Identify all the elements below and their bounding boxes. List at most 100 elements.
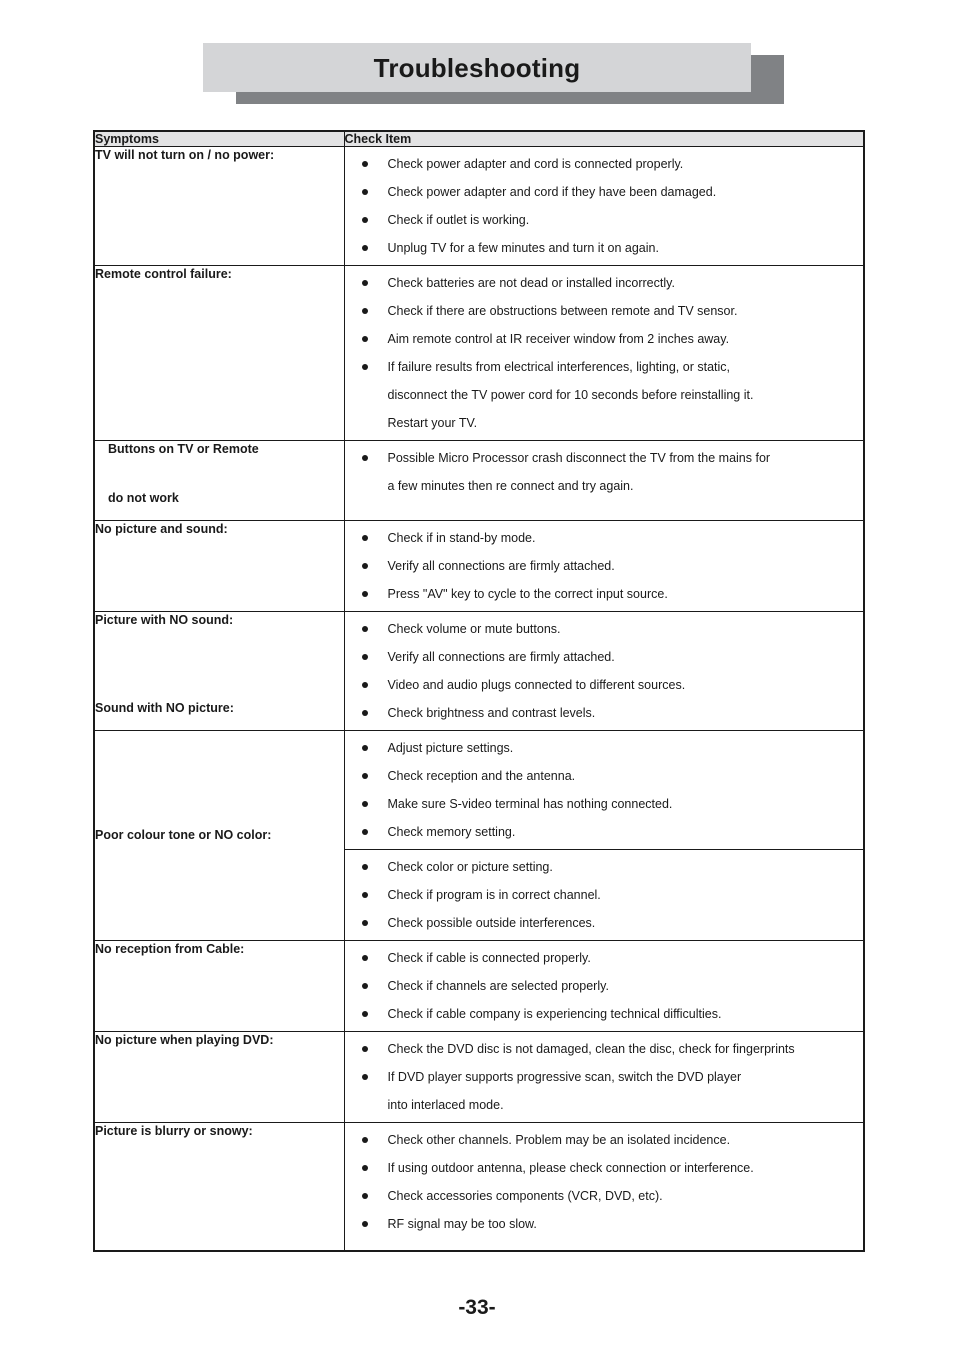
check-item-continuation: a few minutes then re connect and try ag… — [387, 479, 634, 493]
check-item: Check brightness and contrast levels. — [345, 705, 854, 721]
check-item-cell: Check volume or mute buttons. Verify all … — [343, 611, 865, 731]
check-item-text: Video and audio plugs connected to diffe… — [387, 678, 686, 692]
check-item: Check if there are obstructions between … — [345, 303, 854, 319]
table-row: No reception from Cable: Check if cable i… — [93, 940, 865, 1032]
bullet-icon — [361, 773, 368, 779]
check-item: Aim remote control at IR receiver window… — [345, 331, 854, 347]
bullet-icon — [361, 189, 368, 195]
check-item: Video and audio plugs connected to diffe… — [345, 677, 854, 693]
page-number: -33- — [458, 1296, 496, 1319]
check-item-text: Verify all connections are firmly attach… — [387, 650, 615, 664]
check-item-list: Check the DVD disc is not damaged, clean… — [345, 1032, 864, 1122]
check-item: Make sure S-video terminal has nothing c… — [345, 796, 854, 812]
bullet-icon — [361, 336, 368, 342]
check-item: Check other channels. Problem may be an … — [345, 1132, 854, 1148]
bullet-icon — [361, 1137, 368, 1143]
check-item-list: Check volume or mute buttons. Verify all … — [345, 612, 864, 730]
bullet-icon — [361, 892, 368, 898]
symptom-cell: No picture and sound: — [93, 520, 345, 612]
table-row: No picture and sound: Check if in stand-b… — [93, 520, 865, 612]
table-header-row: Symptoms Check Item — [93, 130, 865, 147]
bullet-icon — [361, 745, 368, 751]
bullet-icon — [361, 654, 368, 660]
check-item-text: Press "AV" key to cycle to the correct i… — [387, 587, 668, 601]
page-title-banner: Troubleshooting — [203, 43, 784, 104]
bullet-icon — [361, 829, 368, 835]
check-item-cell: Check the DVD disc is not damaged, clean… — [343, 1031, 865, 1123]
check-item-text: Check if outlet is working. — [387, 213, 530, 227]
symptom-label: No reception from Cable: — [95, 942, 245, 956]
bullet-icon — [361, 1011, 368, 1017]
check-item: Check if channels are selected properly. — [345, 978, 854, 994]
symptom-label: No picture when playing DVD: — [95, 1033, 274, 1047]
check-item-text: Check color or picture setting. — [387, 860, 553, 874]
bullet-icon — [361, 1165, 368, 1171]
check-item: Check if outlet is working. — [345, 212, 854, 228]
check-item: Unplug TV for a few minutes and turn it … — [345, 240, 854, 256]
check-item-text: Check if in stand-by mode. — [387, 531, 536, 545]
symptom-label: Buttons on TV or Remote — [108, 442, 259, 456]
check-item: Adjust picture settings. — [345, 740, 854, 756]
symptom-cell: Buttons on TV or Remote do not work — [93, 440, 345, 521]
bullet-icon — [361, 955, 368, 961]
bullet-icon — [361, 682, 368, 688]
check-item: Check if cable company is experiencing t… — [345, 1006, 854, 1022]
check-item: Check volume or mute buttons. — [345, 621, 854, 637]
check-item-cell: Check batteries are not dead or installe… — [343, 265, 865, 441]
check-item: Check color or picture setting. — [345, 859, 854, 875]
check-item-cell: Check if cable is connected properly. Che… — [343, 940, 865, 1032]
table-row: Picture with NO sound: Sound with NO pict… — [93, 611, 865, 731]
check-item: If failure results from electrical inter… — [345, 359, 854, 431]
check-item-text: Check power adapter and cord if they hav… — [387, 185, 717, 199]
bullet-icon — [361, 1046, 368, 1052]
bullet-icon — [361, 710, 368, 716]
bullet-icon — [361, 161, 368, 167]
check-item-text: Check volume or mute buttons. — [387, 622, 561, 636]
symptom-cell: No reception from Cable: — [93, 940, 345, 1032]
check-item: Check reception and the antenna. — [345, 768, 854, 784]
bullet-icon — [361, 983, 368, 989]
check-item-text: If using outdoor antenna, please check c… — [387, 1161, 754, 1175]
check-item-continuation: into interlaced mode. — [387, 1098, 504, 1112]
check-item-text: Check if channels are selected properly. — [387, 979, 609, 993]
check-item-list: Adjust picture settings. Check reception … — [345, 731, 864, 849]
bullet-icon — [361, 308, 368, 314]
check-item-text: Check brightness and contrast levels. — [387, 706, 596, 720]
check-item-text: Check other channels. Problem may be an … — [387, 1133, 731, 1147]
check-item-text: Check if there are obstructions between … — [387, 304, 738, 318]
bullet-icon — [361, 280, 368, 286]
check-item: Check accessories components (VCR, DVD, … — [345, 1188, 854, 1204]
check-item: Check power adapter and cord if they hav… — [345, 184, 854, 200]
check-item: RF signal may be too slow. — [345, 1216, 854, 1232]
check-item: Check possible outside interferences. — [345, 915, 854, 931]
check-item-text: RF signal may be too slow. — [387, 1217, 537, 1231]
check-item: Press "AV" key to cycle to the correct i… — [345, 586, 854, 602]
symptom-label: TV will not turn on / no power: — [95, 148, 275, 162]
symptom-cell: Picture with NO sound: Sound with NO pict… — [93, 611, 345, 731]
symptom-label: Remote control failure: — [95, 267, 232, 281]
bullet-icon — [361, 1221, 368, 1227]
check-item-list: Check batteries are not dead or installe… — [345, 266, 864, 440]
check-item-text: Check memory setting. — [387, 825, 516, 839]
check-item: If DVD player supports progressive scan,… — [345, 1069, 854, 1113]
check-item: Check if cable is connected properly. — [345, 950, 854, 966]
table-row: No picture when playing DVD: Check the DV… — [93, 1031, 865, 1123]
table-row: TV will not turn on / no power: Check pow… — [93, 146, 865, 266]
symptom-cell: Picture is blurry or snowy: — [93, 1122, 345, 1251]
check-item-cell: Check power adapter and cord is connecte… — [343, 146, 865, 266]
check-item-text: Check if cable company is experiencing t… — [387, 1007, 722, 1021]
check-item-cell: Check other channels. Problem may be an … — [343, 1122, 865, 1251]
symptom-cell: Poor colour tone or NO color: — [93, 730, 345, 941]
bullet-icon — [361, 217, 368, 223]
troubleshooting-table: Symptoms Check Item TV will not turn on … — [93, 130, 865, 1252]
check-item: Check memory setting. — [345, 824, 854, 840]
check-item-continuation: Restart your TV. — [387, 416, 478, 430]
table-header: Symptoms Check Item — [93, 130, 865, 147]
column-header-check-item: Check Item — [343, 130, 865, 147]
symptom-label: Poor colour tone or NO color: — [95, 828, 272, 843]
check-item: Check batteries are not dead or installe… — [345, 275, 854, 291]
bullet-icon — [361, 801, 368, 807]
bullet-icon — [361, 364, 368, 370]
page-title: Troubleshooting — [373, 52, 581, 83]
